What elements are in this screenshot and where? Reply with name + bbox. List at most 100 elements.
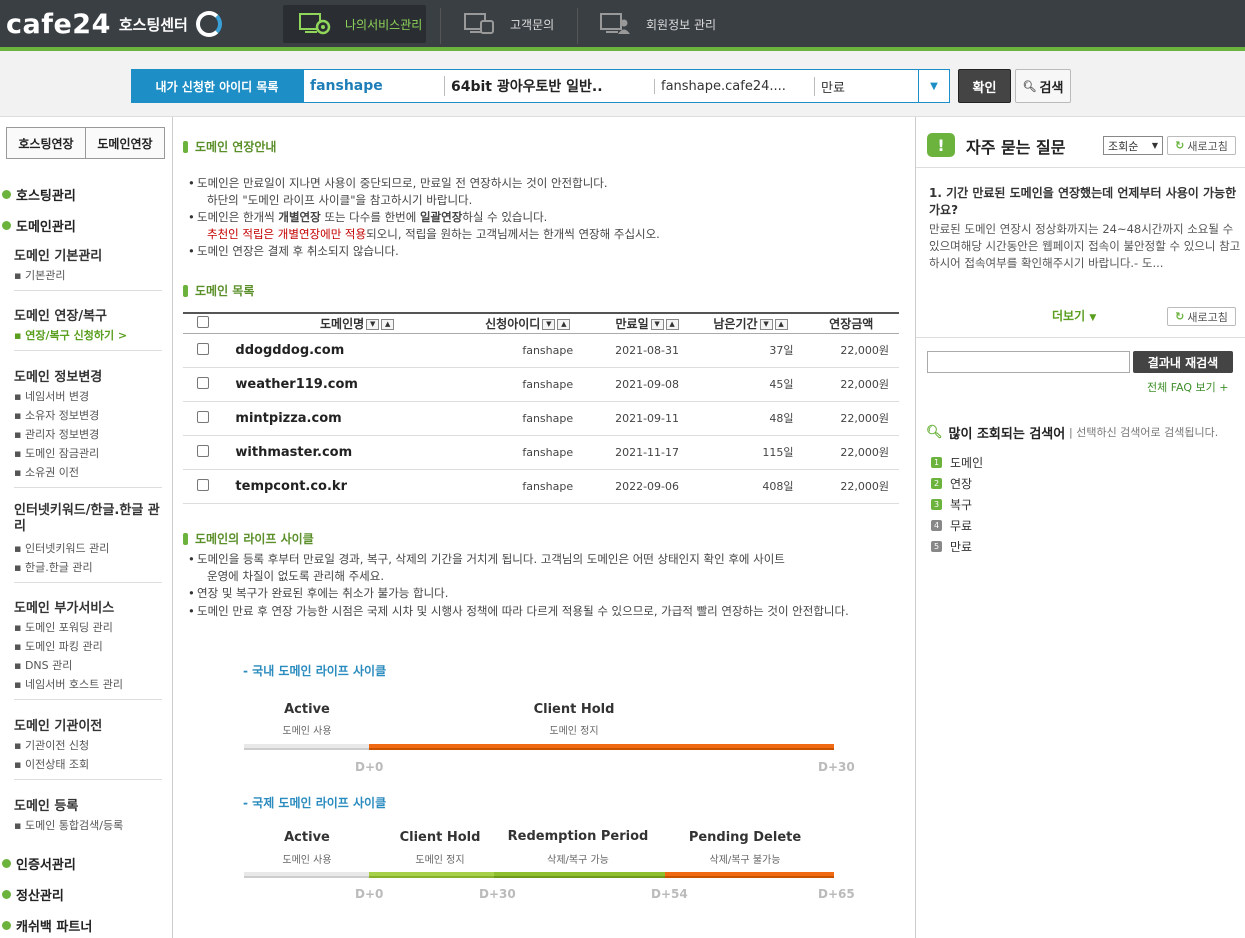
sidebar-item-korean-domain[interactable]: ▪ 한글.한글 관리 (14, 559, 93, 575)
sidebar-item-dns[interactable]: ▪ DNS 관리 (14, 657, 72, 673)
sidebar-item-transfer-apply[interactable]: ▪ 기관이전 신청 (14, 737, 89, 753)
divider (916, 167, 1245, 168)
faq-question-title[interactable]: 1. 기간 만료된 도메인을 연장했는데 언제부터 사용이 가능한가요? (929, 185, 1237, 219)
bar-client-hold (369, 744, 834, 750)
research-button[interactable]: 결과내 재검색 (1133, 351, 1233, 373)
table-row[interactable]: tempcont.co.kr fanshape 2022-09-06 408일 … (183, 469, 899, 504)
bullet-icon (2, 190, 11, 199)
nav-separator (577, 8, 578, 44)
group-label: 도메인관리 (16, 220, 76, 235)
sort-desc-icon[interactable]: ▼ (366, 318, 380, 330)
group-hosting-management[interactable]: 호스팅관리 (0, 185, 76, 204)
section-title-lifecycle: 도메인의 라이프 사이클 (183, 530, 314, 547)
sidebar-item-keyword[interactable]: ▪ 인터넷키워드 관리 (14, 540, 109, 556)
group-certificate[interactable]: 인증서관리 (0, 854, 76, 873)
id-selector-bar: 내가 신청한 아이디 목록 fanshape 64bit 광아우토반 일반.. … (0, 51, 1245, 117)
sort-desc-icon[interactable]: ▼ (542, 318, 556, 330)
row-checkbox[interactable] (197, 410, 209, 423)
sidebar-item-ns-host[interactable]: ▪ 네임서버 호스트 관리 (14, 676, 123, 692)
sidebar-item-nameserver[interactable]: ▪ 네임서버 변경 (14, 388, 89, 404)
sidebar-item-transfer-status[interactable]: ▪ 이전상태 조회 (14, 756, 89, 772)
popular-keyword[interactable]: 2 연장 (931, 475, 972, 492)
table-row[interactable]: weather119.com fanshape 2021-09-08 45일 2… (183, 367, 899, 402)
group-cashback[interactable]: 캐쉬백 파트너 (0, 916, 92, 935)
bar-client-hold (369, 872, 494, 878)
nav-customer-inquiry[interactable]: 고객문의 (448, 5, 573, 43)
selected-domain: fanshape.cafe24.... (654, 78, 814, 94)
id-select-dropdown[interactable]: fanshape 64bit 광아우토반 일반.. fanshape.cafe2… (303, 69, 950, 103)
tab-hosting-renewal[interactable]: 호스팅연장 (6, 127, 86, 159)
faq-more-link[interactable]: 더보기 ▼ (1052, 307, 1096, 324)
sidebar-section-title: 도메인 정보변경 (14, 370, 103, 385)
domain-name: mintpizza.com (235, 410, 342, 426)
faq-answer-preview: 만료된 도메인 연장시 정상화까지는 24~48시간까지 소요될 수 있으며해당… (929, 222, 1241, 270)
sort-asc-icon[interactable]: ▲ (774, 318, 788, 330)
nav-separator (440, 8, 441, 44)
sidebar-item-admin-info[interactable]: ▪ 관리자 정보변경 (14, 426, 99, 442)
row-price: 22,000원 (803, 333, 899, 368)
faq-refresh-button[interactable]: ↻ 새로고침 (1167, 136, 1236, 155)
sidebar-item-parking[interactable]: ▪ 도메인 파킹 관리 (14, 638, 103, 654)
sidebar-section-title: 인터넷키워드/한글.한글 관리 (14, 503, 160, 534)
sort-asc-icon[interactable]: ▲ (557, 318, 571, 330)
row-id: fanshape (458, 367, 597, 402)
sidebar-item-domain-search[interactable]: ▪ 도메인 통합검색/등록 (14, 817, 123, 833)
search-button[interactable]: 🔍︎ 검색 (1015, 69, 1071, 103)
all-faq-link[interactable]: 전체 FAQ 보기 + (1147, 379, 1229, 395)
tab-domain-renewal[interactable]: 도메인연장 (85, 127, 165, 159)
row-checkbox[interactable] (197, 444, 209, 457)
sidebar-item-basic[interactable]: ▪ 기본관리 (14, 267, 65, 283)
popular-keyword[interactable]: 1 도메인 (931, 454, 983, 471)
group-domain-management[interactable]: 도메인관리 (0, 216, 76, 235)
nav-my-services[interactable]: 나의서비스관리 (283, 5, 426, 43)
select-all-checkbox[interactable] (197, 315, 209, 328)
faq-sort-select[interactable]: 조회순 ▼ (1103, 136, 1163, 155)
divider (14, 350, 162, 351)
group-label: 정산관리 (16, 889, 64, 904)
row-checkbox[interactable] (197, 342, 209, 355)
lifecycle-text: 도메인을 등록 후부터 만료일 경과, 복구, 삭제의 기간을 거치게 됩니다.… (188, 551, 785, 568)
chevron-down-icon[interactable]: ▼ (918, 70, 949, 102)
sidebar-item-forwarding[interactable]: ▪ 도메인 포워딩 관리 (14, 619, 113, 635)
phase-client-hold-desc: 도메인 정지 (415, 855, 465, 866)
table-row[interactable]: withmaster.com fanshape 2021-11-17 115일 … (183, 435, 899, 470)
sort-asc-icon[interactable]: ▲ (665, 318, 679, 330)
sort-desc-icon[interactable]: ▼ (759, 318, 773, 330)
group-billing[interactable]: 정산관리 (0, 885, 64, 904)
divider (14, 582, 162, 583)
section-title-guide: 도메인 연장안내 (183, 138, 276, 155)
nav-member-info[interactable]: 회원정보 관리 (584, 5, 724, 43)
row-expire: 2021-08-31 (596, 333, 698, 368)
sort-desc-icon[interactable]: ▼ (650, 318, 664, 330)
row-checkbox[interactable] (197, 376, 209, 389)
group-label: 캐쉬백 파트너 (16, 920, 93, 935)
nav-my-services-label: 나의서비스관리 (345, 17, 423, 32)
popular-keyword[interactable]: 4 무료 (931, 517, 972, 534)
guide-text: 도메인은 한개씩 개별연장 또는 다수를 한번에 일괄연장하실 수 있습니다. (188, 209, 547, 226)
sidebar-item-ownership-transfer[interactable]: ▪ 소유권 이전 (14, 464, 79, 480)
row-expire: 2021-11-17 (596, 435, 698, 470)
row-checkbox[interactable] (197, 478, 209, 491)
popular-note: | 선택하신 검색어로 검색됩니다. (1069, 426, 1219, 439)
table-row[interactable]: ddogddog.com fanshape 2021-08-31 37일 22,… (183, 333, 899, 368)
faq-search-input[interactable] (927, 351, 1130, 373)
logo[interactable]: cafe24 호스팅센터 (6, 8, 222, 40)
sidebar-item-owner-info[interactable]: ▪ 소유자 정보변경 (14, 407, 99, 423)
sidebar-item-renew-apply[interactable]: ▪ 연장/복구 신청하기 > (14, 327, 127, 343)
lifecycle-text: 도메인 만료 후 연장 가능한 시점은 국제 시차 및 시행사 정책에 따라 다… (188, 603, 849, 620)
domain-name: ddogddog.com (235, 342, 345, 358)
confirm-button[interactable]: 확인 (958, 69, 1011, 103)
guide-text: 도메인은 만료일이 지나면 사용이 중단되므로, 만료일 전 연장하시는 것이 … (188, 175, 608, 192)
faq-refresh-button-2[interactable]: ↻ 새로고침 (1167, 307, 1236, 326)
sort-asc-icon[interactable]: ▲ (381, 318, 395, 330)
rank-4-icon: 4 (931, 520, 942, 531)
sidebar-item-domain-lock[interactable]: ▪ 도메인 잠금관리 (14, 445, 99, 461)
popular-keyword[interactable]: 5 만료 (931, 538, 972, 555)
row-price: 22,000원 (803, 469, 899, 504)
domain-table: 도메인명 ▼ ▲ 신청아이디 ▼ ▲ 만료일 ▼ ▲ 남은기간 ▼ ▲ 연장금액 ddogddo… (183, 312, 899, 504)
divider (14, 487, 162, 488)
table-row[interactable]: mintpizza.com fanshape 2021-09-11 48일 22… (183, 401, 899, 436)
phase-active-label: Active (284, 702, 330, 717)
popular-keyword[interactable]: 3 복구 (931, 496, 972, 513)
row-price: 22,000원 (803, 401, 899, 436)
